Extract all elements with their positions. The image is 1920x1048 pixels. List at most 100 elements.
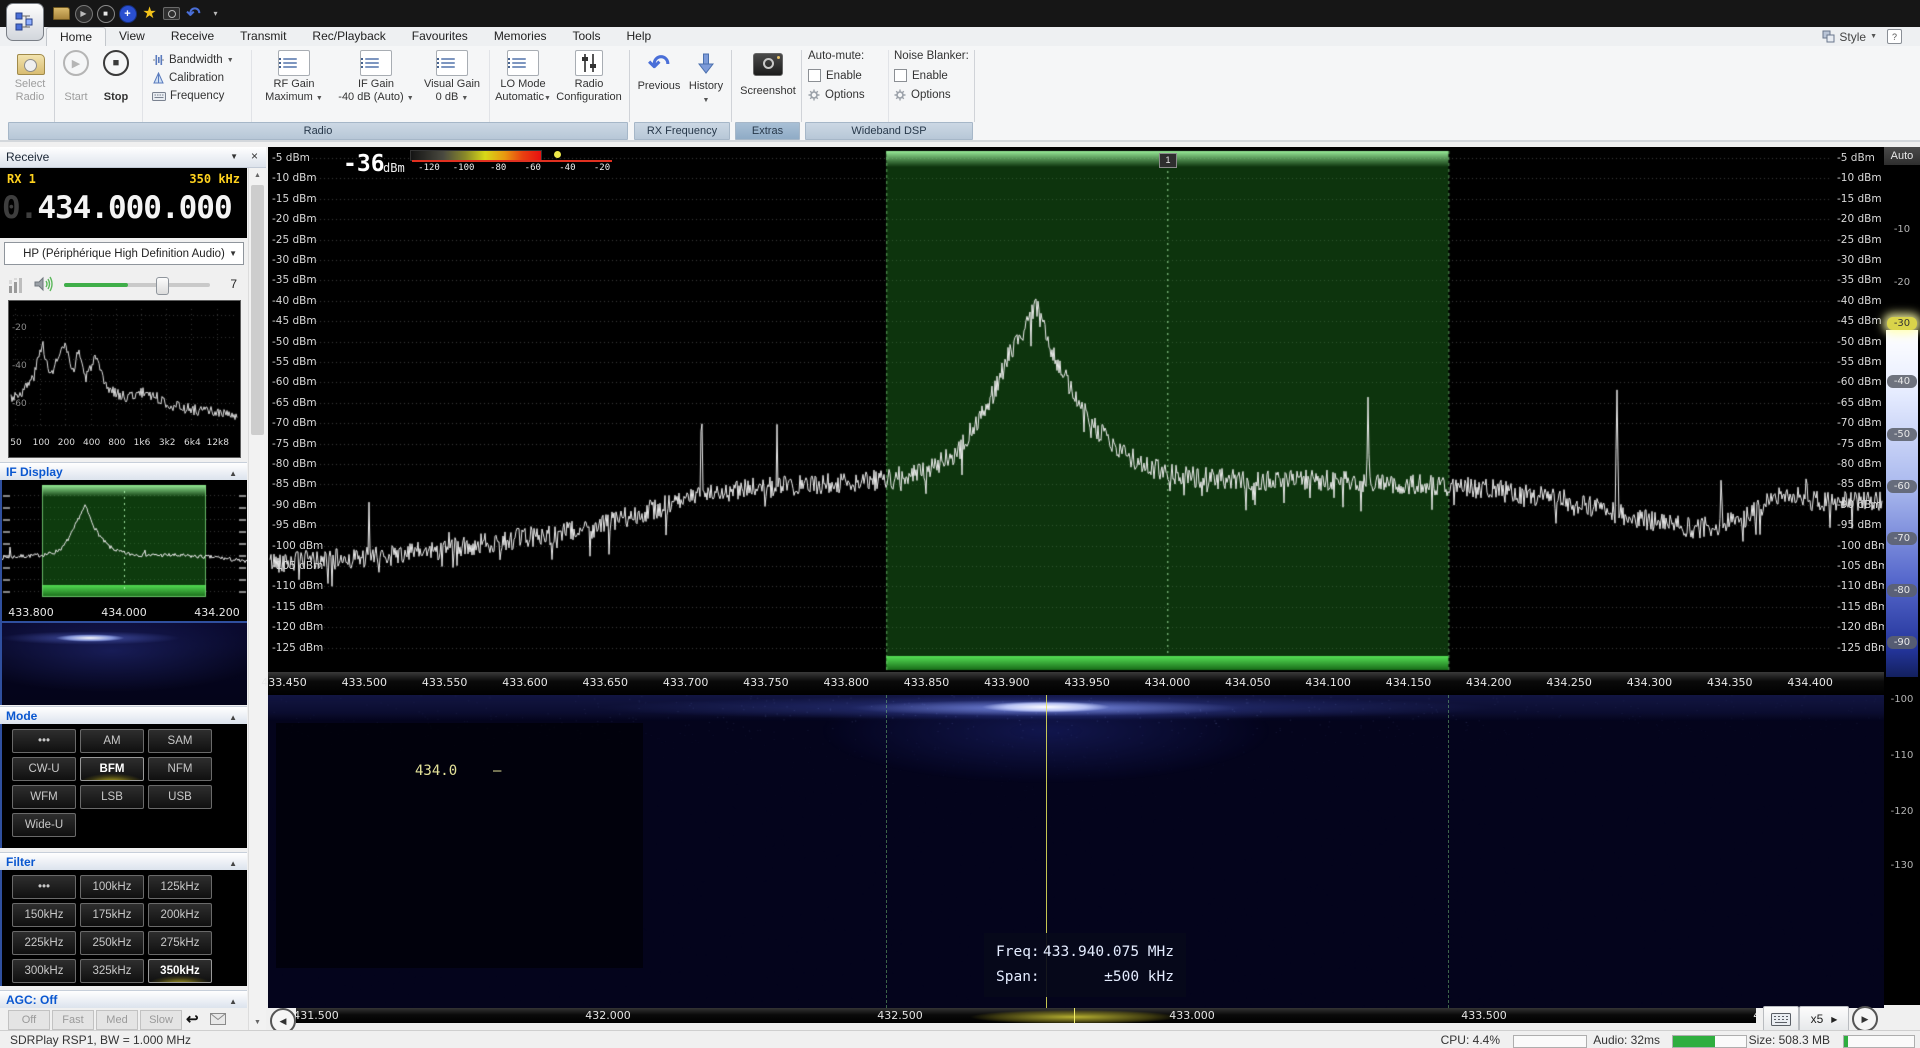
- palette-range-handle[interactable]: -30: [1887, 317, 1917, 330]
- panel-waterfall[interactable]: [0, 623, 247, 705]
- rf-gain-button[interactable]: RF GainMaximum ▼: [255, 50, 333, 105]
- filter-button-200khz[interactable]: 200kHz: [148, 903, 212, 927]
- open-icon[interactable]: [52, 4, 71, 23]
- mode-button-usb[interactable]: USB: [148, 785, 212, 809]
- waterfall-palette-strip[interactable]: Auto -10-20-30-40-50-60-70-80-90-100-110…: [1884, 147, 1920, 1005]
- audio-meter-icon[interactable]: [8, 276, 26, 294]
- mode-button-nfm[interactable]: NFM: [148, 757, 212, 781]
- envelope-icon[interactable]: [210, 1013, 226, 1025]
- application-menu-button[interactable]: [6, 3, 44, 41]
- help-icon[interactable]: ?: [1887, 29, 1902, 44]
- tab-view[interactable]: View: [106, 27, 158, 46]
- lo-mode-button[interactable]: LO ModeAutomatic▼: [493, 50, 553, 105]
- palette-threshold-line[interactable]: [412, 160, 612, 162]
- tab-help[interactable]: Help: [614, 27, 665, 46]
- audio-spectrum-display[interactable]: -20-40-60 501002004008001k63k26k412k8: [8, 300, 241, 458]
- scrollbar-thumb[interactable]: [251, 185, 264, 435]
- start-icon[interactable]: ▶: [74, 4, 93, 23]
- filter-button-350khz[interactable]: 350kHz: [148, 959, 212, 983]
- start-button[interactable]: ▶ Start: [58, 50, 94, 104]
- mode-button-cw-u[interactable]: CW-U: [12, 757, 76, 781]
- stop-button[interactable]: ■ Stop: [97, 50, 135, 104]
- waterfall-display[interactable]: 434.0 – Freq:433.940.075 MHz Span:±500 k…: [268, 695, 1884, 1008]
- panel-scrollbar[interactable]: ▲ ▼: [248, 168, 266, 1030]
- waterfall-frequency-axis[interactable]: 431.500432.000432.500433.000433.500434.0…: [296, 1008, 1756, 1023]
- visual-gain-button[interactable]: Visual Gain0 dB ▼: [419, 50, 485, 105]
- filter-section-header[interactable]: Filter▲: [0, 852, 247, 870]
- checkbox-icon[interactable]: [894, 69, 907, 82]
- style-selector[interactable]: Style ▼ ?: [1822, 28, 1902, 45]
- tab-favourites[interactable]: Favourites: [399, 27, 481, 46]
- scroll-right-button[interactable]: ▶: [1852, 1006, 1878, 1032]
- mode-button-am[interactable]: AM: [80, 729, 144, 753]
- automute-enable-checkbox[interactable]: Enable: [808, 69, 886, 82]
- noise-blanker-enable-checkbox[interactable]: Enable: [894, 69, 972, 82]
- agc-section-header[interactable]: AGC: Off▲: [0, 990, 247, 1008]
- frequency-digits[interactable]: 434.000.000: [37, 190, 231, 226]
- favourites-icon[interactable]: ★: [140, 4, 159, 23]
- qat-more-icon[interactable]: ▾: [206, 4, 225, 23]
- add-icon[interactable]: +: [118, 4, 137, 23]
- frequency-button[interactable]: Frequency: [152, 88, 224, 104]
- agc-button-slow[interactable]: Slow: [140, 1010, 182, 1030]
- scroll-down-icon[interactable]: ▼: [249, 1015, 266, 1030]
- tab-transmit[interactable]: Transmit: [227, 27, 299, 46]
- mode-button-wfm[interactable]: WFM: [12, 785, 76, 809]
- mode-button-lsb[interactable]: LSB: [80, 785, 144, 809]
- panel-menu-icon[interactable]: ▼: [230, 152, 238, 161]
- audio-device-select[interactable]: HP (Périphérique High Definition Audio) …: [4, 242, 244, 265]
- mode-button-wide-u[interactable]: Wide-U: [12, 813, 76, 837]
- filter-button-100khz[interactable]: 100kHz: [80, 875, 144, 899]
- tab-memories[interactable]: Memories: [481, 27, 560, 46]
- screenshot-button[interactable]: Screenshot: [737, 50, 799, 98]
- mode-button-bfm[interactable]: BFM: [80, 757, 144, 781]
- filter-button-300khz[interactable]: 300kHz: [12, 959, 76, 983]
- calibration-button[interactable]: Calibration: [152, 70, 224, 86]
- mode-button--[interactable]: •••: [12, 729, 76, 753]
- undo-icon[interactable]: ↶: [184, 4, 203, 23]
- mode-button-sam[interactable]: SAM: [148, 729, 212, 753]
- tab-tools[interactable]: Tools: [560, 27, 614, 46]
- history-button[interactable]: History▼: [684, 50, 728, 107]
- automute-options-button[interactable]: Options: [808, 89, 886, 101]
- frequency-display[interactable]: RX 1 350 kHz 0.434.000.000: [0, 168, 247, 238]
- if-display[interactable]: [0, 480, 247, 604]
- undo-arrow-icon[interactable]: ↩: [186, 1010, 199, 1028]
- noise-blanker-options-button[interactable]: Options: [894, 89, 972, 101]
- agc-button-off[interactable]: Off: [8, 1010, 50, 1030]
- camera-icon[interactable]: [162, 4, 181, 23]
- collapse-icon[interactable]: ▲: [229, 993, 237, 1011]
- if-display-section-header[interactable]: IF Display▲: [0, 462, 247, 480]
- tab-rec-playback[interactable]: Rec/Playback: [299, 27, 398, 46]
- select-radio-button[interactable]: SelectRadio: [8, 50, 52, 104]
- filter-button-325khz[interactable]: 325kHz: [80, 959, 144, 983]
- marker-tag[interactable]: 1: [1159, 153, 1177, 168]
- spectrum-display[interactable]: 1 -36 dBm -120-100-80-60-40-20 -5 dBm-10…: [268, 147, 1884, 672]
- checkbox-icon[interactable]: [808, 69, 821, 82]
- panel-close-icon[interactable]: ×: [251, 149, 258, 163]
- filter-button-250khz[interactable]: 250kHz: [80, 931, 144, 955]
- if-gain-button[interactable]: IF Gain-40 dB (Auto) ▼: [333, 50, 419, 105]
- filter-button-175khz[interactable]: 175kHz: [80, 903, 144, 927]
- volume-slider-thumb[interactable]: [156, 277, 169, 295]
- zoom-factor-button[interactable]: x5▶: [1799, 1006, 1849, 1032]
- agc-button-fast[interactable]: Fast: [52, 1010, 94, 1030]
- filter-button-225khz[interactable]: 225kHz: [12, 931, 76, 955]
- previous-frequency-button[interactable]: ↶ Previous: [636, 50, 682, 93]
- filter-button-125khz[interactable]: 125kHz: [148, 875, 212, 899]
- mode-section-header[interactable]: Mode▲: [0, 706, 247, 724]
- auto-range-button[interactable]: Auto: [1884, 147, 1920, 165]
- filter-button-275khz[interactable]: 275kHz: [148, 931, 212, 955]
- spectrum-frequency-axis[interactable]: 433.450433.500433.550433.600433.650433.7…: [268, 672, 1884, 695]
- filter-button--[interactable]: •••: [12, 875, 76, 899]
- tab-home[interactable]: Home: [46, 27, 106, 46]
- speaker-icon[interactable]: [34, 275, 54, 293]
- radio-configuration-button[interactable]: RadioConfiguration: [556, 50, 622, 104]
- tab-receive[interactable]: Receive: [158, 27, 227, 46]
- scroll-up-icon[interactable]: ▲: [249, 168, 266, 183]
- volume-slider-track[interactable]: [64, 283, 210, 287]
- keyboard-entry-button[interactable]: [1763, 1006, 1799, 1032]
- filter-button-150khz[interactable]: 150kHz: [12, 903, 76, 927]
- agc-button-med[interactable]: Med: [96, 1010, 138, 1030]
- bandwidth-button[interactable]: Bandwidth▼: [152, 52, 234, 68]
